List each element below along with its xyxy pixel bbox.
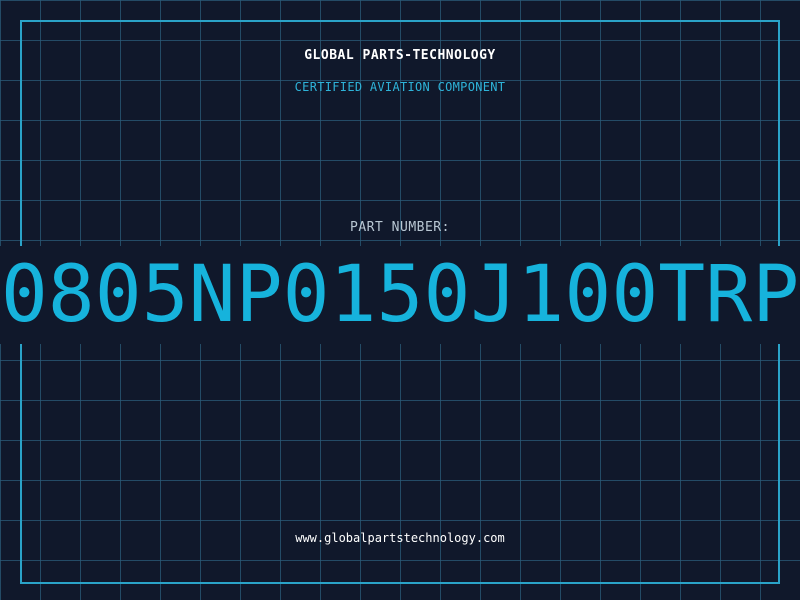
certification-subtitle: CERTIFIED AVIATION COMPONENT [294,80,506,94]
website-url: www.globalpartstechnology.com [295,531,505,545]
part-number-label: PART NUMBER: [350,220,450,235]
part-number-value: C0805NP0150J100TRPK [0,250,800,340]
label-canvas: GLOBAL PARTS-TECHNOLOGY CERTIFIED AVIATI… [0,0,800,600]
company-name: GLOBAL PARTS-TECHNOLOGY [304,48,496,63]
part-number-band: C0805NP0150J100TRPK [0,246,800,344]
